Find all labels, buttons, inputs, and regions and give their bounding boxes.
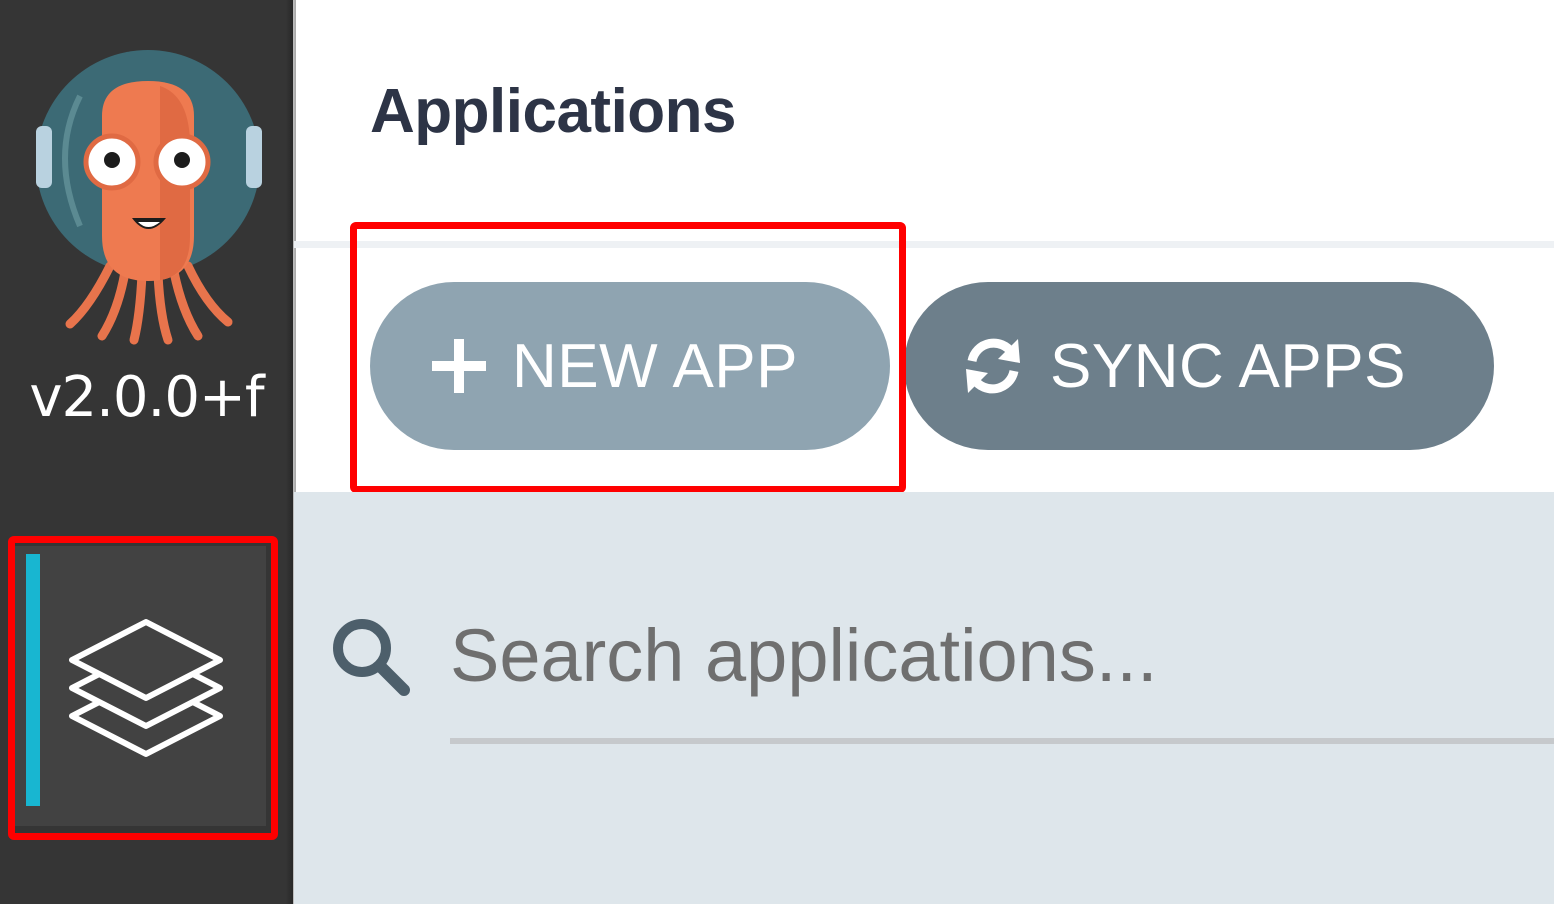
argo-octopus-logo[interactable]: [30, 36, 270, 346]
page-title: Applications: [370, 77, 737, 146]
sync-icon: [966, 338, 1020, 394]
app-root: v2.0.0+f Applications NEW APP SYNC APPS …: [0, 0, 1554, 904]
new-app-label: NEW APP: [512, 331, 799, 401]
search-underline: [450, 738, 1554, 744]
search-icon: [333, 619, 410, 696]
version-label: v2.0.0+f: [29, 365, 264, 430]
sync-apps-button[interactable]: SYNC APPS: [904, 282, 1494, 450]
active-indicator: [26, 554, 40, 806]
new-app-button[interactable]: NEW APP: [370, 282, 890, 450]
header-divider: [294, 241, 1554, 248]
sync-apps-label: SYNC APPS: [1050, 331, 1406, 401]
plus-icon: [432, 339, 486, 393]
sidebar-item-applications[interactable]: [14, 546, 266, 826]
layers-icon: [69, 619, 223, 757]
sidebar: v2.0.0+f: [0, 0, 293, 904]
search-input[interactable]: [450, 600, 1554, 710]
